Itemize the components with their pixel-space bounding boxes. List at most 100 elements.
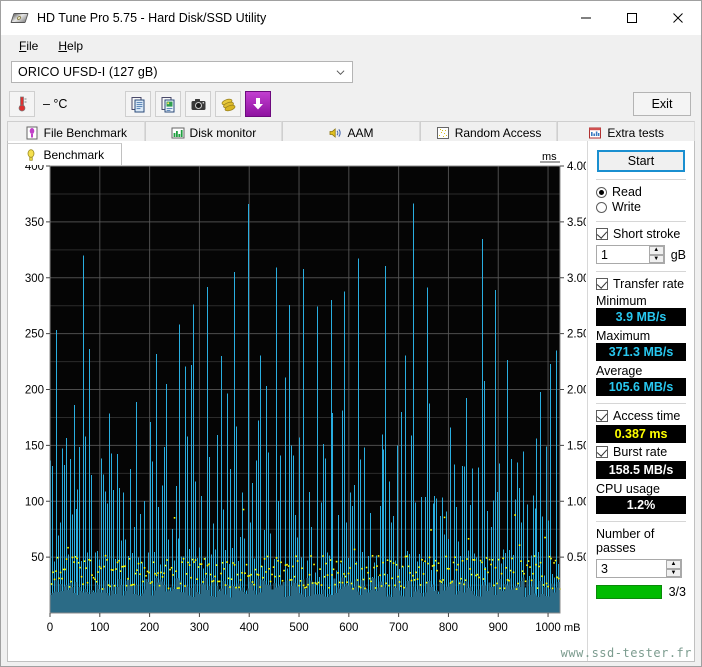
checkbox-burst-rate[interactable]: Burst rate bbox=[596, 445, 686, 459]
minimum-value: 3.9 MB/s bbox=[615, 310, 667, 324]
divider-2 bbox=[596, 221, 686, 222]
svg-text:ms: ms bbox=[542, 151, 557, 163]
device-select[interactable]: ORICO UFSD-I (127 gB) bbox=[11, 61, 353, 83]
passes-stepper-down-icon[interactable]: ▼ bbox=[666, 568, 681, 577]
average-value-box: 105.6 MB/s bbox=[596, 378, 686, 396]
access-time-value-box: 0.387 ms bbox=[596, 425, 686, 443]
cpu-usage-value-box: 1.2% bbox=[596, 496, 686, 514]
tab-file-benchmark[interactable]: File Benchmark bbox=[7, 121, 145, 143]
start-button[interactable]: Start bbox=[597, 150, 685, 172]
tab-random-access[interactable]: Random Access bbox=[419, 121, 558, 143]
svg-text:200: 200 bbox=[140, 622, 159, 634]
thermometer-icon[interactable] bbox=[9, 91, 35, 117]
passes-stepper-up-icon[interactable]: ▲ bbox=[666, 560, 681, 569]
svg-text:800: 800 bbox=[439, 622, 458, 634]
progress-row: 3/3 bbox=[596, 585, 686, 599]
tab-extra-tests[interactable]: Extra tests bbox=[557, 121, 695, 143]
device-row: ORICO UFSD-I (127 gB) bbox=[1, 57, 701, 87]
hd-tune-window: HD Tune Pro 5.75 - Hard Disk/SSD Utility… bbox=[0, 0, 702, 667]
short-stroke-unit: gB bbox=[670, 247, 686, 262]
benchmark-panel: 50100150200250300350400MB/s0.501.001.502… bbox=[7, 141, 695, 662]
short-stroke-stepper[interactable]: 1 ▲ ▼ bbox=[596, 245, 665, 264]
device-select-value: ORICO UFSD-I (127 gB) bbox=[18, 65, 158, 79]
minimum-label: Minimum bbox=[596, 294, 647, 308]
svg-text:600: 600 bbox=[339, 622, 358, 634]
passes-row: 3 ▲ ▼ bbox=[596, 559, 686, 578]
minimize-button[interactable] bbox=[563, 1, 609, 35]
tab-disk-monitor-label: Disk monitor bbox=[189, 125, 257, 140]
benchmark-chart: 50100150200250300350400MB/s0.501.001.502… bbox=[8, 141, 586, 659]
transfer-rate-checkbox-indicator bbox=[596, 278, 608, 290]
disk-monitor-icon bbox=[171, 126, 185, 140]
transfer-rate-graph: 50100150200250300350400MB/s0.501.001.502… bbox=[25, 151, 586, 634]
svg-text:1.00: 1.00 bbox=[567, 496, 586, 508]
window-title: HD Tune Pro 5.75 - Hard Disk/SSD Utility bbox=[37, 11, 267, 25]
short-stroke-checkbox-indicator bbox=[596, 228, 608, 240]
menu-file-rest: ile bbox=[26, 39, 39, 53]
svg-text:400: 400 bbox=[240, 622, 259, 634]
radio-read-label: Read bbox=[612, 185, 642, 199]
close-button[interactable] bbox=[655, 1, 701, 35]
divider bbox=[596, 179, 686, 180]
extra-tests-icon bbox=[588, 126, 602, 140]
toolbar: – °C Exit bbox=[1, 87, 701, 121]
svg-text:1000: 1000 bbox=[535, 622, 561, 634]
average-value: 105.6 MB/s bbox=[608, 380, 674, 394]
short-stroke-size-row: 1 ▲ ▼ gB bbox=[596, 245, 686, 264]
cpu-usage-label: CPU usage bbox=[596, 482, 660, 496]
access-time-value: 0.387 ms bbox=[614, 427, 668, 441]
checkbox-access-time[interactable]: Access time bbox=[596, 409, 686, 423]
svg-text:900: 900 bbox=[489, 622, 508, 634]
menu-file[interactable]: File bbox=[9, 37, 48, 55]
average-label: Average bbox=[596, 364, 643, 378]
svg-text:700: 700 bbox=[389, 622, 408, 634]
burst-rate-checkbox-indicator bbox=[596, 446, 608, 458]
stepper-down-icon[interactable]: ▼ bbox=[648, 254, 664, 263]
menu-help-rest: elp bbox=[67, 39, 84, 53]
svg-text:0.50: 0.50 bbox=[567, 552, 586, 564]
menu-help[interactable]: Help bbox=[48, 37, 93, 55]
camera-icon[interactable] bbox=[185, 91, 212, 117]
copy-image-icon[interactable] bbox=[155, 91, 182, 117]
svg-text:50: 50 bbox=[31, 552, 44, 564]
coins-icon[interactable] bbox=[215, 91, 242, 117]
access-time-checkbox-indicator bbox=[596, 410, 608, 422]
watermark: www.ssd-tester.fr bbox=[560, 646, 692, 660]
passes-stepper[interactable]: 3 ▲ ▼ bbox=[596, 559, 682, 578]
radio-read[interactable]: Read bbox=[596, 185, 686, 199]
tab-file-benchmark-label: File Benchmark bbox=[43, 125, 127, 140]
burst-rate-label: Burst rate bbox=[613, 445, 668, 459]
menu-bar: File Help bbox=[1, 35, 701, 57]
exit-button[interactable]: Exit bbox=[633, 92, 691, 116]
maximum-value: 371.3 MB/s bbox=[608, 345, 674, 359]
svg-text:0: 0 bbox=[47, 622, 53, 634]
copy-icon[interactable] bbox=[125, 91, 152, 117]
tab-aam[interactable]: AAM bbox=[282, 121, 420, 143]
passes-value: 3 bbox=[601, 561, 608, 576]
svg-text:300: 300 bbox=[190, 622, 209, 634]
stepper-up-icon[interactable]: ▲ bbox=[648, 246, 664, 255]
svg-text:100: 100 bbox=[25, 496, 44, 508]
svg-text:1.50: 1.50 bbox=[567, 440, 586, 452]
checkbox-transfer-rate[interactable]: Transfer rate bbox=[596, 277, 686, 291]
download-arrow-icon[interactable] bbox=[245, 91, 272, 117]
file-benchmark-icon bbox=[25, 126, 39, 140]
passes-label: Number of passes bbox=[596, 527, 655, 555]
svg-text:200: 200 bbox=[25, 385, 44, 397]
svg-text:100: 100 bbox=[90, 622, 109, 634]
checkbox-short-stroke[interactable]: Short stroke bbox=[596, 227, 686, 241]
divider-3 bbox=[596, 271, 686, 272]
maximize-button[interactable] bbox=[609, 1, 655, 35]
tab-benchmark-label: Benchmark bbox=[43, 147, 105, 162]
tab-extra-tests-label: Extra tests bbox=[607, 125, 665, 140]
radio-write-label: Write bbox=[612, 200, 641, 214]
maximum-value-box: 371.3 MB/s bbox=[596, 343, 686, 361]
hard-disk-icon bbox=[10, 9, 29, 27]
radio-write[interactable]: Write bbox=[596, 200, 686, 214]
tab-benchmark[interactable]: Benchmark bbox=[7, 143, 122, 165]
chevron-down-icon bbox=[336, 70, 345, 76]
svg-text:250: 250 bbox=[25, 329, 44, 341]
progress-text: 3/3 bbox=[668, 585, 686, 599]
speaker-icon bbox=[328, 126, 342, 140]
tab-disk-monitor[interactable]: Disk monitor bbox=[144, 121, 283, 143]
